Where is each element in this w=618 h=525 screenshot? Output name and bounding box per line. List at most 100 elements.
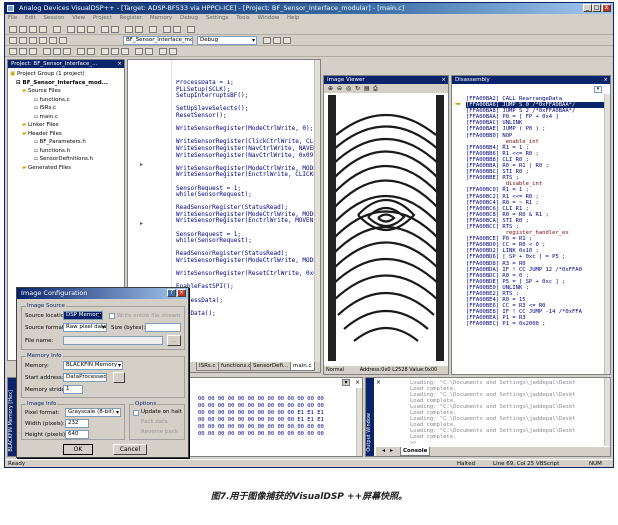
breakpoint-marker-icon[interactable]: ▸ [140,161,143,168]
project-pane-close-icon[interactable]: × [117,60,122,68]
output-log[interactable]: Loading: "C:\Documents and Settings\jadd… [410,380,604,446]
step-over-icon[interactable] [39,37,47,44]
menu-debug[interactable]: Debug [180,15,198,21]
dialog-close-button[interactable]: × [177,289,186,297]
zoom-out-icon[interactable]: ⊖ [337,85,342,92]
locals-icon[interactable] [43,48,51,55]
cancel-button[interactable]: Cancel [113,444,147,455]
memory-window-scrollbar[interactable] [356,388,362,456]
cache-icon[interactable] [121,48,129,55]
browse-address-button[interactable] [113,372,125,383]
memory-select[interactable]: BLACKFIN Memory [63,361,123,370]
new-file-icon[interactable] [9,26,17,33]
ok-button[interactable]: OK [63,444,93,455]
tree-item-isrs-c[interactable]: ▫ ISRs.c [10,104,124,113]
height-field[interactable]: 640 [65,430,89,439]
bookmark-icon[interactable] [149,26,157,33]
open-file-icon[interactable] [19,26,27,33]
undo-icon[interactable] [101,26,109,33]
tree-item-generated-files[interactable]: ▰ Generated Files [10,164,124,173]
print-image-icon[interactable]: ⎙ [373,85,378,93]
menu-session[interactable]: Session [43,15,64,21]
memory-window-close-icon[interactable]: × [355,379,360,386]
paste-icon[interactable] [87,26,95,33]
zoom-in-icon[interactable]: ⊕ [328,85,333,92]
tree-item-bf-parameters-h[interactable]: ▫ BF_Parameters.h [10,138,124,147]
image-viewer-icon[interactable] [111,48,119,55]
menu-register[interactable]: Register [120,15,143,21]
tree-item-header-files[interactable]: ▰ Header Files [10,130,124,139]
redo-icon[interactable] [111,26,119,33]
expression-icon[interactable] [29,48,37,55]
start-address-field[interactable]: DataProcessed [63,373,107,382]
width-field[interactable]: 232 [65,419,89,428]
step-icon[interactable] [29,37,37,44]
tab-functions-c[interactable]: functions.c [218,362,255,371]
close-button[interactable]: x [602,4,611,12]
pipeline-icon[interactable] [145,48,153,55]
print-icon[interactable] [53,26,61,33]
register-icon[interactable] [9,48,17,55]
rebuild-icon[interactable] [173,26,181,33]
window-tile-icon[interactable] [159,48,167,55]
menu-file[interactable]: File [8,15,17,21]
trace-icon[interactable] [87,48,95,55]
expand-icon[interactable]: ⊟ [16,80,21,86]
menu-view[interactable]: View [72,15,85,21]
memory-dump[interactable]: 00 00 00 00 00 00 00 00 00 00 00 00 00 00… [198,396,348,452]
size-field[interactable] [145,323,181,332]
tree-item-project[interactable]: ⊟ BF_Sensor_Interface_mod... [10,79,124,88]
breakpoint-icon[interactable] [63,48,71,55]
build-icon[interactable] [163,26,171,33]
window-cascade-icon[interactable] [169,48,177,55]
tree-item-project-group[interactable]: ▣ Project Group (1 project) [10,70,124,79]
menu-settings[interactable]: Settings [206,15,229,21]
update-on-halt-checkbox[interactable] [133,410,139,416]
help-icon[interactable] [187,26,195,33]
minimize-button[interactable]: _ [583,4,592,12]
tab-isrs-c[interactable]: ISRs.c [196,362,219,371]
menu-memory[interactable]: Memory [150,15,172,21]
tree-item-source-files[interactable]: ▰ Source Files [10,87,124,96]
file-name-field[interactable] [63,336,163,345]
editor-vertical-scrollbar[interactable] [314,60,320,362]
zoom-fit-icon[interactable]: ◎ [346,85,351,92]
menu-tools[interactable]: Tools [236,15,250,21]
memory-icon[interactable] [19,48,27,55]
compile-icon[interactable] [263,37,271,44]
tree-item-main-c[interactable]: ▫ main.c [10,113,124,122]
profile-icon[interactable] [135,48,143,55]
save-icon[interactable] [29,26,37,33]
save-all-icon[interactable] [39,26,47,33]
plot-icon[interactable] [101,48,109,55]
callstack-icon[interactable] [53,48,61,55]
halt-icon[interactable] [19,37,27,44]
menu-help[interactable]: Help [287,15,300,21]
source-format-select[interactable]: Raw pixel data [63,323,107,332]
tree-item-sensor-definitions-h[interactable]: ▫ SensorDefinitions.h [10,155,124,164]
disassembly-listing[interactable]: [FFA00BA2] CALL RearrangeData [FFA00BA6] … [466,96,604,372]
menu-project[interactable]: Project [93,15,112,21]
disassembly-icon[interactable] [77,48,85,55]
config-select[interactable]: Debug [197,36,257,45]
disassembly-scrollbar[interactable] [604,94,610,374]
code-editor[interactable]: ProcessData = 1; PLLSetup(SCLK); SetupInte… [176,80,316,362]
reset-icon[interactable] [59,37,67,44]
output-scrollbar[interactable] [604,378,610,446]
fingerprint-image[interactable] [328,95,444,361]
address-dropdown[interactable]: ▾ [594,86,602,93]
browse-file-button[interactable]: ... [167,335,181,346]
tab-console[interactable]: Console [400,447,431,456]
save-image-icon[interactable]: ▤ [364,85,370,92]
memory-window-minimize-icon[interactable]: ▾ [342,379,350,386]
tree-item-functions-c[interactable]: ▫ functions.c [10,96,124,105]
run-icon[interactable] [9,37,17,44]
tab-scroll-right-icon[interactable]: ▸ [390,447,393,454]
tab-scroll-left-icon[interactable]: ◂ [382,447,385,454]
find-next-icon[interactable] [135,26,143,33]
output-window-close-icon[interactable]: × [376,379,381,386]
tree-item-functions-h[interactable]: ▫ functions.h [10,147,124,156]
step-out-icon[interactable] [49,37,57,44]
menu-edit[interactable]: Edit [25,15,36,21]
make-icon[interactable] [273,37,281,44]
